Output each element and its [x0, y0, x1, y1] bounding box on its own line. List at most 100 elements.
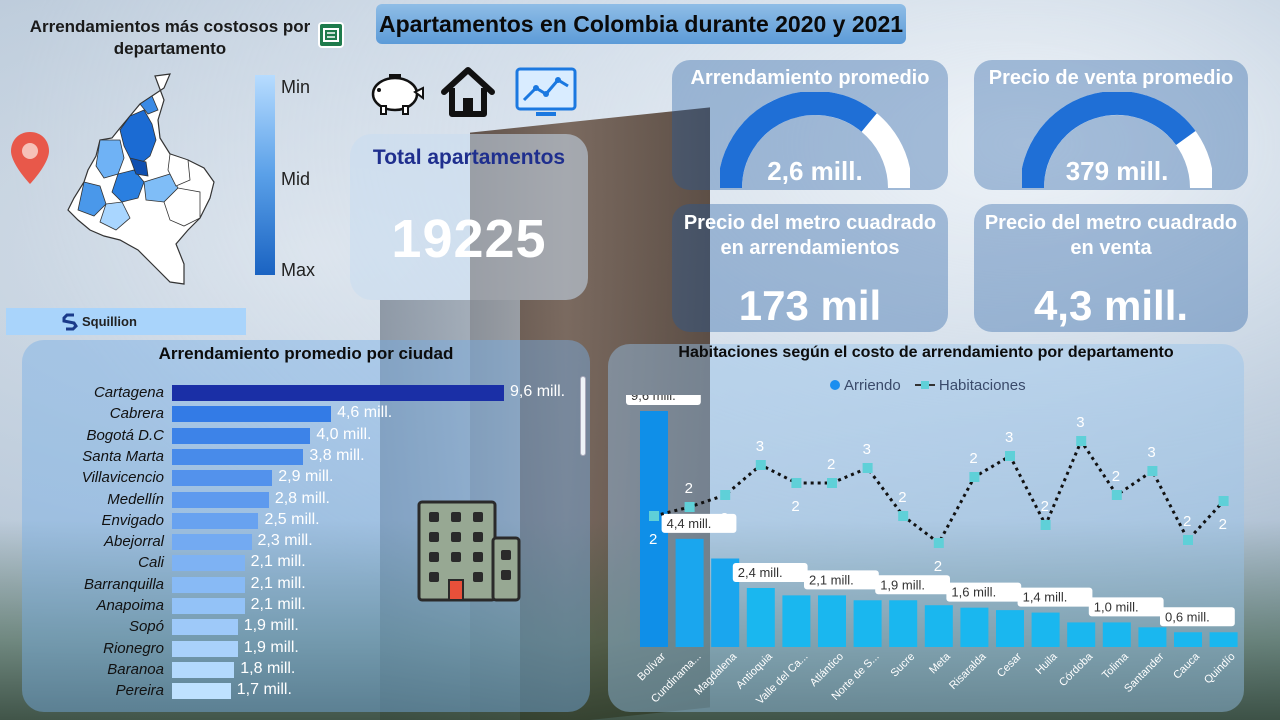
building-icon: [415, 498, 523, 607]
legend-habitaciones-marker: [914, 380, 935, 390]
x-tick-label: Sucre: [889, 651, 918, 680]
bar-value-label: 2,1 mill.: [250, 596, 306, 613]
x-tick-label: Quindío: [1202, 651, 1238, 687]
dept-rent-bar[interactable]: [996, 610, 1024, 647]
sale-m2-title: Precio del metro cuadrado en venta: [984, 212, 1238, 259]
dept-rent-bar[interactable]: [782, 595, 811, 647]
bar-category-label: Cartagena: [93, 384, 164, 401]
x-tick-label: Cauca: [1171, 650, 1203, 682]
city-rent-bar[interactable]: [172, 661, 235, 678]
city-rent-bar[interactable]: [172, 555, 245, 572]
bar-category-label: Santa Marta: [82, 447, 164, 465]
dept-rent-bar[interactable]: [960, 607, 989, 647]
rooms-point: [791, 478, 802, 488]
bar-category-label: Medellín: [107, 490, 164, 508]
rooms-data-label: 2: [720, 510, 728, 527]
dept-rent-bar[interactable]: [853, 600, 882, 647]
rooms-data-label: 2: [685, 480, 693, 497]
rent-m2-title: Precio del metro cuadrado en arrendamien…: [683, 212, 937, 259]
report-icon[interactable]: [318, 22, 344, 48]
city-rent-bar[interactable]: [172, 683, 231, 700]
rooms-data-label: 2: [649, 531, 657, 548]
rooms-point: [862, 463, 873, 473]
rooms-data-label: 2: [791, 498, 799, 515]
brand-badge: Squillion: [6, 308, 246, 335]
map-title: Arrendamientos más costosos por departam…: [29, 17, 311, 58]
x-tick-label: Bolívar: [635, 650, 668, 683]
dept-rooms-chart: 9,6 mill.Bolívar4,4 mill.Cundinama...Mag…: [626, 395, 1238, 707]
dept-rent-bar[interactable]: [889, 600, 918, 647]
city-rent-bar[interactable]: [172, 470, 273, 487]
x-tick-label: Córdoba: [1057, 650, 1096, 689]
bar-value-label: 1,8 mill.: [240, 659, 296, 677]
bar-category-label: Bogotá D.C: [86, 426, 164, 444]
bar-category-label: Barranquilla: [83, 575, 164, 593]
rooms-point: [969, 472, 980, 482]
city-rent-bar[interactable]: [172, 427, 311, 444]
rooms-point: [1183, 535, 1193, 545]
rooms-point: [827, 478, 837, 488]
bar-value-label: 2,1 mill.: [250, 553, 306, 571]
dept-rent-bar[interactable]: [818, 595, 846, 647]
total-value: 19225: [391, 209, 547, 269]
legend-habitaciones: Habitaciones: [938, 377, 1026, 394]
monitor-chart-icon: [514, 66, 578, 125]
bar-category-label: Sopó: [128, 618, 164, 636]
rooms-line: [653, 437, 1225, 546]
rooms-data-label: 2: [1041, 498, 1049, 515]
city-rent-bar[interactable]: [172, 619, 238, 636]
bar-data-label: 1,4 mill.: [1023, 590, 1068, 605]
x-tick-label: Risaralda: [947, 650, 989, 692]
bar-category-label: Abejorral: [103, 533, 164, 551]
legend-max: Max: [281, 260, 316, 280]
dept-rent-bar[interactable]: [924, 605, 953, 647]
city-rent-bar[interactable]: [172, 576, 245, 593]
city-rent-bar[interactable]: [172, 448, 304, 465]
brand-logo-icon: [62, 313, 78, 331]
dept-rent-bar[interactable]: [1174, 632, 1202, 647]
rent-m2-value: 173 mil: [738, 282, 882, 329]
city-rent-bar[interactable]: [172, 385, 504, 401]
legend-mid: Mid: [281, 169, 311, 189]
bar-category-label: Envigado: [101, 511, 164, 529]
rooms-point: [684, 502, 695, 512]
dept-rent-bar[interactable]: [1067, 622, 1096, 647]
legend-arriendo: Arriendo: [844, 377, 901, 394]
city-rent-bar[interactable]: [172, 406, 332, 423]
bar-value-label: 2,3 mill.: [257, 532, 313, 550]
dept-rent-bar[interactable]: [1102, 622, 1131, 647]
x-tick-label: Huila: [1034, 650, 1061, 677]
brand-name: Squillion: [82, 314, 137, 329]
bar-value-label: 2,8 mill.: [274, 489, 330, 507]
city-rent-title: Arrendamiento promedio por ciudad: [158, 344, 454, 363]
city-rent-bar[interactable]: [172, 640, 238, 657]
dept-rent-bar[interactable]: [746, 588, 775, 647]
bar-data-label: 2,4 mill.: [738, 565, 783, 580]
dept-rent-bar[interactable]: [1138, 627, 1167, 647]
rooms-data-label: 2: [934, 558, 942, 575]
house-icon: [438, 62, 498, 127]
city-rent-bar[interactable]: [172, 512, 259, 529]
dept-rent-bar[interactable]: [675, 538, 704, 647]
dept-rent-bar[interactable]: [1031, 612, 1060, 647]
rooms-point: [1218, 496, 1229, 506]
chart-scrollbar[interactable]: [580, 376, 586, 456]
rooms-data-label: 3: [1005, 429, 1013, 446]
bar-value-label: 3,8 mill.: [309, 446, 365, 464]
rooms-data-label: 3: [863, 441, 871, 458]
city-rent-bar[interactable]: [172, 598, 245, 614]
rooms-point: [1040, 520, 1051, 530]
rooms-point: [1111, 490, 1122, 500]
rooms-point: [755, 460, 766, 470]
rooms-data-label: 2: [827, 456, 835, 473]
rooms-data-label: 2: [1219, 516, 1227, 533]
legend-arriendo-dot: [830, 380, 840, 390]
dept-rent-bar[interactable]: [1209, 632, 1238, 647]
bar-category-label: Rionegro: [103, 639, 164, 657]
sale-avg-value: 379 mill.: [1065, 156, 1169, 186]
colombia-map[interactable]: [60, 70, 230, 285]
bar-data-label: 9,6 mill.: [631, 395, 676, 403]
city-rent-bar[interactable]: [172, 491, 269, 508]
city-rent-bar[interactable]: [172, 534, 252, 551]
rooms-point: [1076, 436, 1087, 446]
